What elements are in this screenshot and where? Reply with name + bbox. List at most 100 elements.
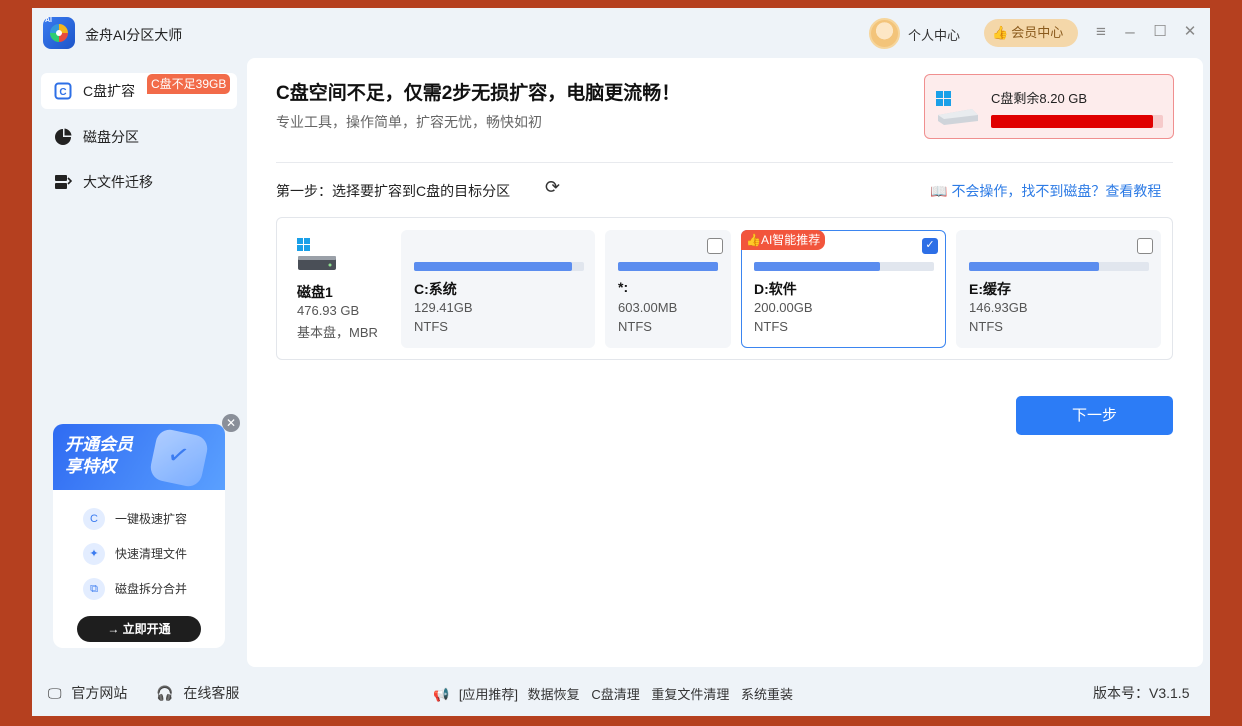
c-remaining-card: C盘剩余8.20 GB (924, 74, 1174, 139)
support-label: 在线客服 (183, 685, 240, 701)
sidebar-item-partition[interactable]: 磁盘分区 (41, 119, 237, 155)
close-button[interactable]: ✕ (1180, 20, 1200, 44)
partition-fs: NTFS (618, 319, 652, 334)
arrow-right-icon: → (107, 622, 123, 636)
avatar[interactable] (869, 18, 900, 49)
recommend-prefix: [应用推荐] (458, 687, 519, 702)
sidebar-item-migrate[interactable]: 大文件迁移 (41, 164, 237, 200)
hard-drive-icon (297, 238, 336, 270)
minimize-button[interactable]: – (1120, 20, 1140, 44)
c-usage-fill (991, 115, 1153, 128)
sidebar-item-label: 大文件迁移 (83, 174, 153, 190)
c-remaining-label: C盘剩余8.20 GB (991, 91, 1088, 106)
refresh-icon[interactable]: ⟳ (545, 177, 560, 198)
promo-banner: 开通会员 享特权 (53, 424, 225, 490)
ai-recommend-tag: 👍AI智能推荐 (741, 230, 826, 250)
promo-feature-label: 一键极速扩容 (115, 512, 188, 526)
recommend-bar: 📢 [应用推荐] 数据恢复 C盘清理 重复文件清理 系统重装 (433, 684, 793, 703)
megaphone-icon: 📢 (433, 687, 450, 702)
pie-icon (55, 128, 72, 145)
website-link[interactable]: 🖵 官方网站 (48, 683, 127, 703)
partition-name: E:缓存 (969, 281, 1011, 297)
promo-feature: C 一键极速扩容 (83, 508, 187, 530)
activate-vip-label: 立即开通 (122, 622, 171, 636)
c-usage-bar (991, 115, 1163, 128)
ai-recommend-label: AI智能推荐 (760, 233, 821, 247)
system-reinstall-link[interactable]: 系统重装 (741, 687, 793, 702)
partition-size: 129.41GB (414, 300, 473, 315)
partition-name: C:系统 (414, 281, 457, 297)
partition-checkbox[interactable] (1137, 238, 1153, 254)
user-center-link[interactable]: 个人中心 (908, 25, 960, 44)
merge-icon: ⧉ (83, 578, 105, 600)
next-step-button[interactable]: 下一步 (1016, 396, 1173, 435)
broom-icon: ✦ (83, 543, 105, 565)
sidebar-item-label: C盘扩容 (83, 83, 136, 99)
partition-usage-fill (969, 262, 1099, 271)
app-logo-icon: AI (43, 17, 75, 49)
headset-icon: 🎧 (156, 685, 174, 701)
vip-promo-card: 开通会员 享特权 C 一键极速扩容 ✦ 快速清理文件 ⧉ 磁盘拆分合并 → 立即… (53, 424, 225, 648)
page-subtitle: 专业工具，操作简单，扩容无忧，畅快如初 (276, 114, 542, 130)
partition-card-selected[interactable]: 👍AI智能推荐 ✓ D:软件 200.00GB NTFS (741, 230, 946, 348)
partition-usage-fill (754, 262, 880, 271)
version-label: 版本号：V3.1.5 (1093, 685, 1190, 701)
promo-feature: ✦ 快速清理文件 (83, 543, 187, 565)
promo-feature: ⧉ 磁盘拆分合并 (83, 578, 187, 600)
migrate-icon (55, 175, 72, 189)
support-link[interactable]: 🎧 在线客服 (156, 683, 239, 703)
promo-close-button[interactable]: ✕ (222, 414, 240, 432)
partition-checkbox-checked[interactable]: ✓ (922, 238, 938, 254)
app-title: 金舟AI分区大师 (85, 27, 183, 43)
partition-usage-fill (414, 262, 573, 271)
vip-center-button[interactable]: 👍 会员中心 (984, 19, 1078, 47)
partition-size: 146.93GB (969, 300, 1028, 315)
main-panel: C盘空间不足，仅需2步无损扩容，电脑更流畅！ 专业工具，操作简单，扩容无忧，畅快… (247, 58, 1203, 667)
divider (276, 162, 1173, 163)
promo-title: 开通会员 享特权 (65, 434, 133, 478)
title-bar: AI 金舟AI分区大师 个人中心 👍 会员中心 ≡ – ☐ ✕ (32, 8, 1210, 58)
partition-checkbox[interactable] (707, 238, 723, 254)
promo-feature-label: 磁盘拆分合并 (115, 582, 188, 596)
partition-card[interactable]: C:系统 129.41GB NTFS (401, 230, 595, 348)
monitor-icon: 🖵 (48, 685, 62, 701)
vip-center-label: 会员中心 (1011, 25, 1064, 40)
svg-text:C: C (59, 87, 66, 98)
disk-icon: C (83, 508, 105, 530)
website-label: 官方网站 (71, 685, 128, 701)
activate-vip-button[interactable]: → 立即开通 (77, 616, 201, 642)
app-window: AI 金舟AI分区大师 个人中心 👍 会员中心 ≡ – ☐ ✕ C C盘扩容 C盘… (32, 8, 1210, 716)
shield-check-icon (148, 427, 210, 489)
partition-card[interactable]: *: 603.00MB NTFS (605, 230, 731, 348)
partition-fs: NTFS (414, 319, 448, 334)
c-clean-link[interactable]: C盘清理 (591, 687, 639, 702)
promo-feature-label: 快速清理文件 (115, 547, 188, 561)
step-label: 第一步：选择要扩容到C盘的目标分区 (276, 183, 511, 199)
disk-size: 476.93 GB (297, 303, 360, 318)
windows-drive-icon (936, 91, 978, 125)
promo-title-line1: 开通会员 (65, 435, 133, 454)
partition-usage-bar (618, 262, 718, 271)
maximize-button[interactable]: ☐ (1150, 20, 1170, 44)
c-shortage-badge: C盘不足39GB (147, 74, 231, 94)
thumbs-up-icon: 👍 (746, 233, 761, 247)
data-recovery-link[interactable]: 数据恢复 (528, 687, 580, 702)
disk-panel: 磁盘1 476.93 GB 基本盘，MBR C:系统 129.41GB NTFS… (276, 217, 1173, 360)
partition-fs: NTFS (969, 319, 1003, 334)
partition-usage-bar (754, 262, 934, 271)
thumbs-up-icon: 👍 (992, 25, 1009, 40)
tutorial-link[interactable]: 📖 不会操作，找不到磁盘？查看教程 (930, 181, 1161, 201)
duplicate-clean-link[interactable]: 重复文件清理 (651, 687, 729, 702)
partition-usage-bar (969, 262, 1149, 271)
partition-usage-bar (414, 262, 584, 271)
promo-title-line2: 享特权 (65, 457, 116, 476)
partition-fs: NTFS (754, 319, 788, 334)
partition-name: D:软件 (754, 281, 797, 297)
disk-info: 磁盘1 476.93 GB 基本盘，MBR (297, 238, 397, 340)
menu-icon[interactable]: ≡ (1091, 20, 1111, 44)
partition-card[interactable]: E:缓存 146.93GB NTFS (956, 230, 1161, 348)
partition-name: *: (618, 279, 629, 295)
book-icon: 📖 (930, 183, 948, 199)
partition-size: 603.00MB (618, 300, 678, 315)
disk-icon: C (54, 82, 72, 100)
